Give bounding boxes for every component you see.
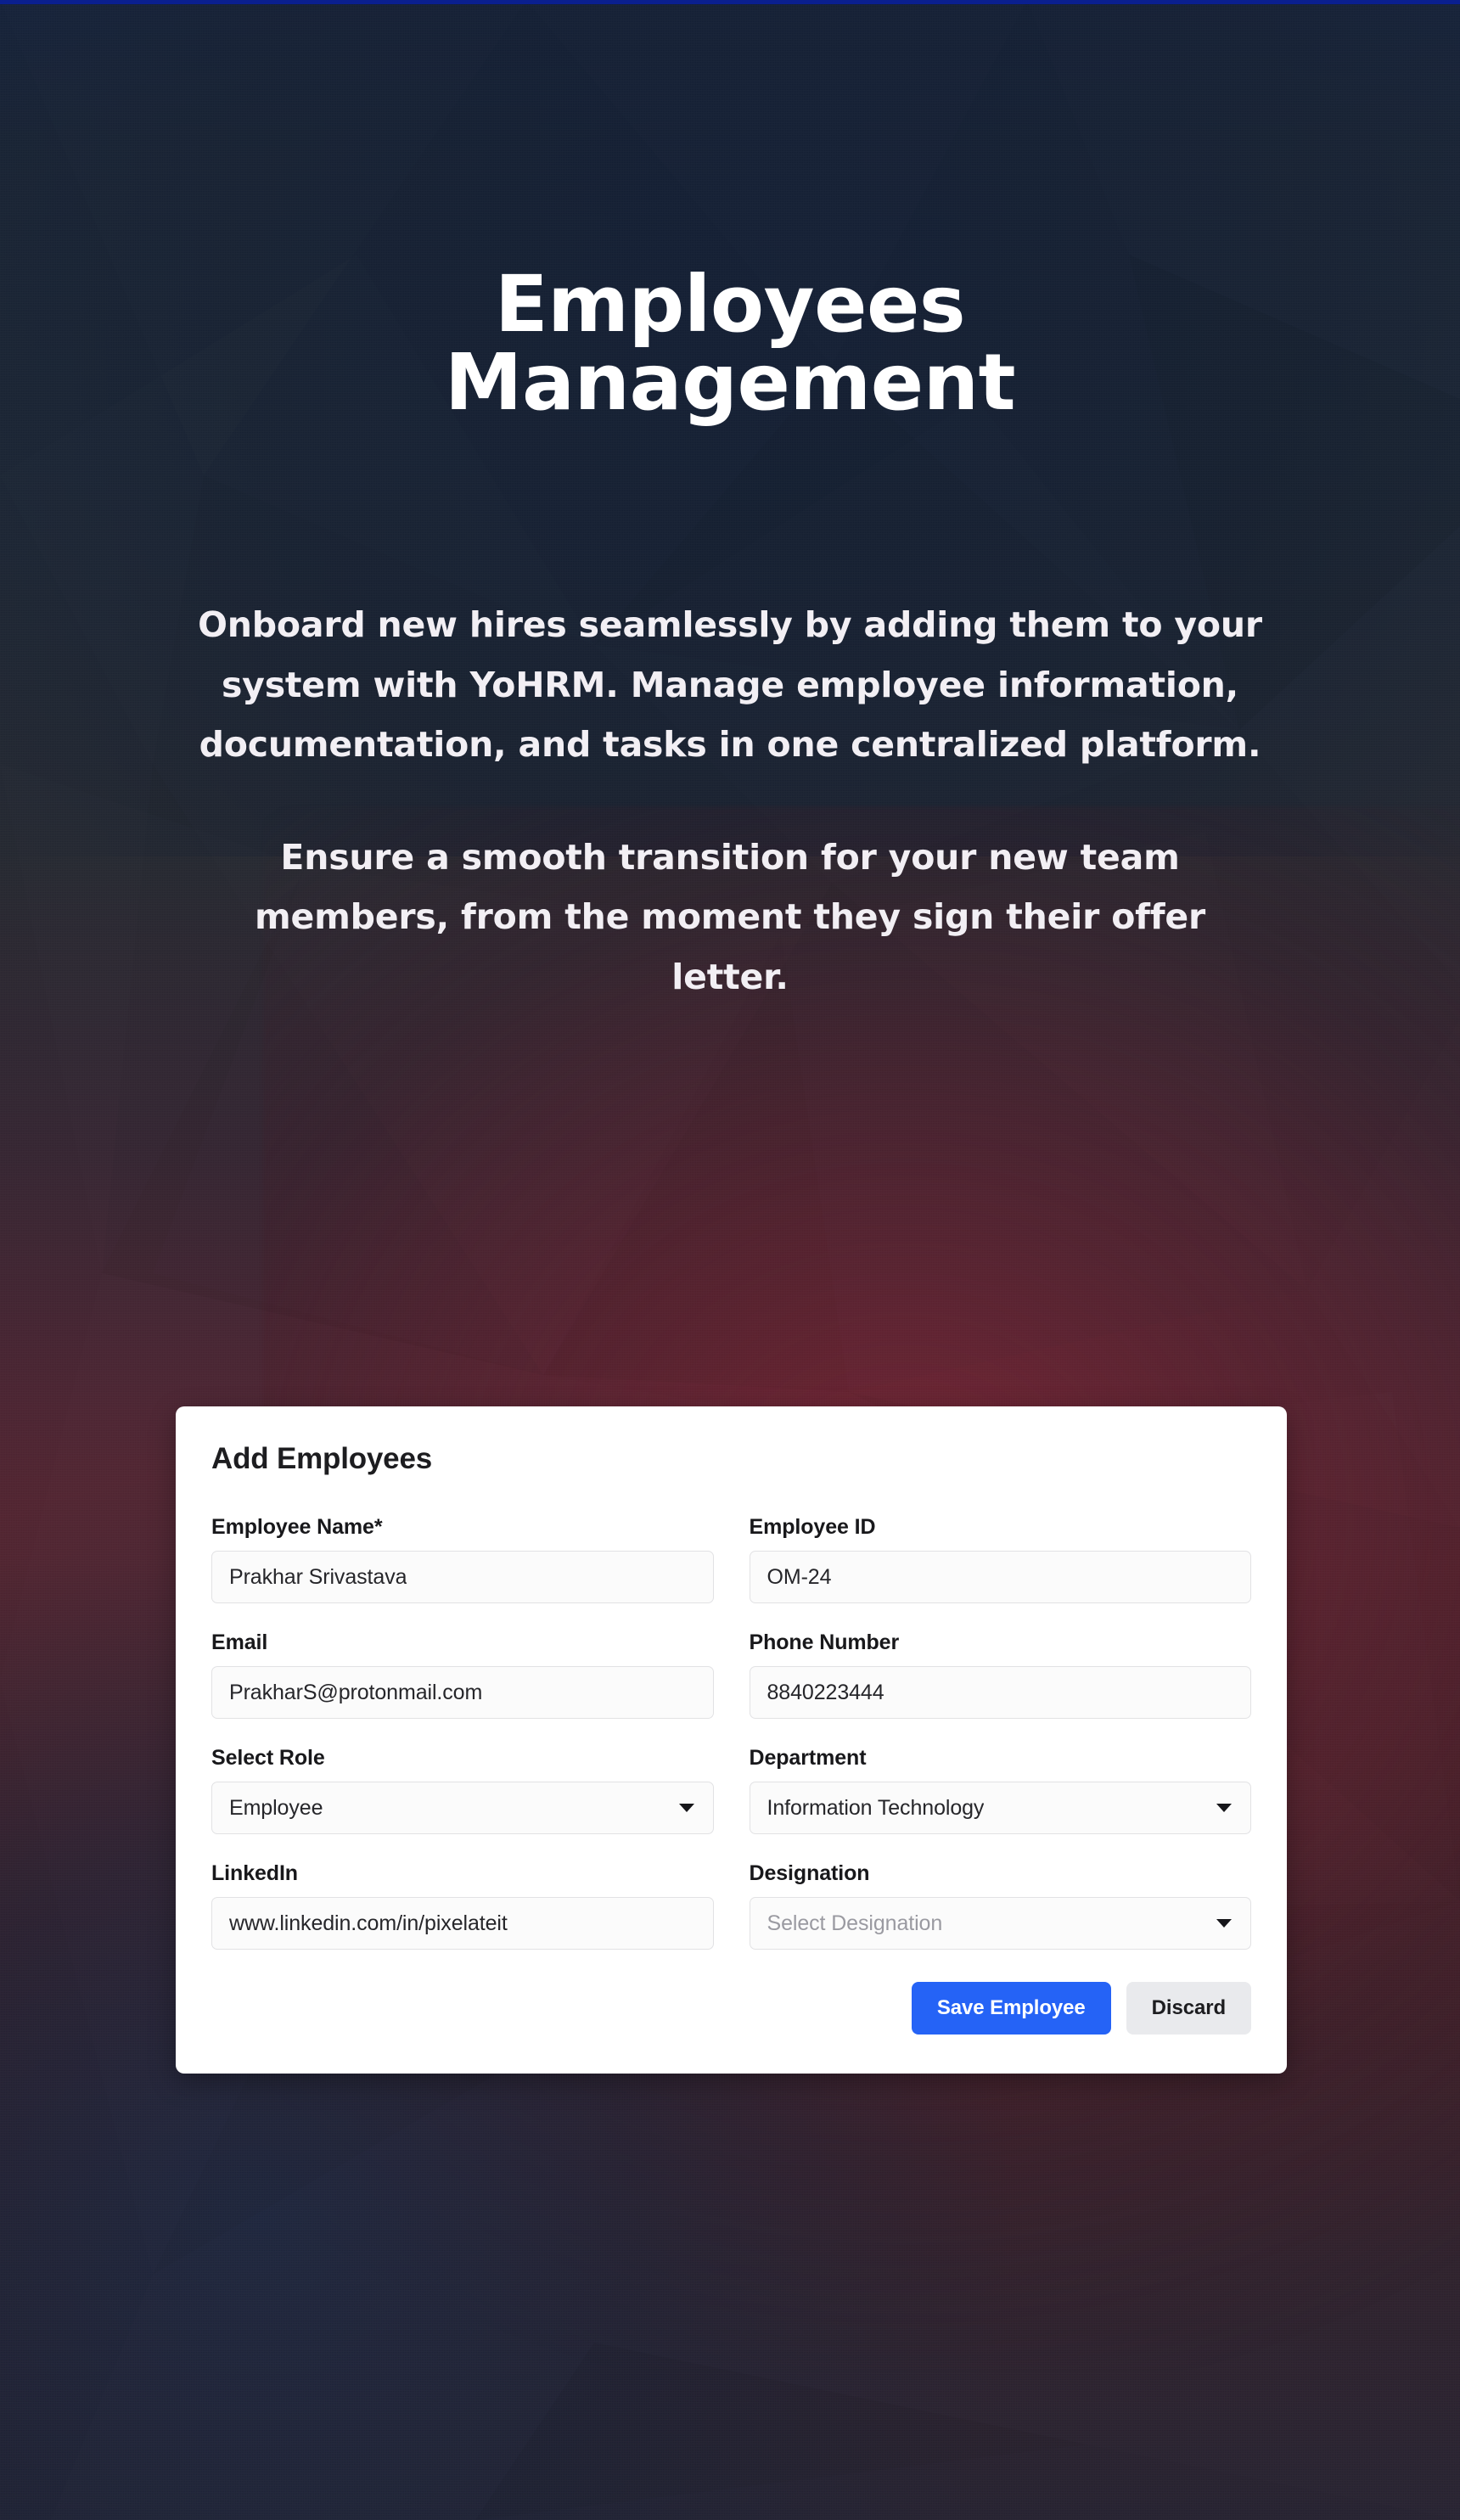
select-role-value: Employee	[229, 1795, 323, 1820]
form-field-phone-number: Phone Number 8840223444	[749, 1630, 1251, 1719]
employee-form-grid: Employee Name* Prakhar Srivastava Employee…	[211, 1515, 1251, 1950]
form-field-department: Department Information Technology	[749, 1746, 1251, 1834]
select-role-select[interactable]: Employee	[211, 1782, 714, 1834]
employee-name-input[interactable]: Prakhar Srivastava	[211, 1551, 714, 1603]
top-accent-strip	[0, 0, 1460, 4]
employee-id-value: OM-24	[766, 1564, 832, 1589]
add-employees-card: Add Employees Employee Name* Prakhar Sriv…	[176, 1406, 1287, 2074]
form-actions: Save Employee Discard	[211, 1982, 1251, 2035]
linkedin-value: www.linkedin.com/in/pixelateit	[229, 1911, 508, 1935]
form-field-linkedin: LinkedIn www.linkedin.com/in/pixelateit	[211, 1861, 714, 1950]
form-field-employee-name: Employee Name* Prakhar Srivastava	[211, 1515, 714, 1603]
discard-button[interactable]: Discard	[1126, 1982, 1251, 2035]
hero-description: Onboard new hires seamlessly by adding t…	[191, 595, 1269, 1007]
select-role-label: Select Role	[211, 1746, 325, 1770]
email-value: PrakharS@protonmail.com	[229, 1680, 483, 1704]
department-label: Department	[749, 1746, 867, 1770]
designation-value: Select Designation	[766, 1911, 943, 1935]
card-title: Add Employees	[211, 1442, 432, 1475]
chevron-down-icon	[1216, 1804, 1232, 1812]
phone-number-value: 8840223444	[766, 1680, 884, 1704]
form-field-designation: Designation Select Designation	[749, 1861, 1251, 1950]
page-title-line-1: Employees	[494, 259, 966, 350]
form-field-employee-id: Employee ID OM-24	[749, 1515, 1251, 1603]
email-input[interactable]: PrakharS@protonmail.com	[211, 1666, 714, 1719]
employee-name-value: Prakhar Srivastava	[229, 1564, 407, 1589]
department-select[interactable]: Information Technology	[749, 1782, 1251, 1834]
designation-label: Designation	[749, 1861, 870, 1885]
phone-number-input[interactable]: 8840223444	[749, 1666, 1251, 1719]
phone-number-label: Phone Number	[749, 1630, 900, 1654]
chevron-down-icon	[1216, 1919, 1232, 1928]
hero-paragraph-1: Onboard new hires seamlessly by adding t…	[198, 604, 1262, 766]
email-label: Email	[211, 1630, 268, 1654]
employee-id-label: Employee ID	[749, 1515, 876, 1539]
page-title: Employees Management	[263, 266, 1197, 422]
linkedin-label: LinkedIn	[211, 1861, 298, 1885]
linkedin-input[interactable]: www.linkedin.com/in/pixelateit	[211, 1897, 714, 1950]
designation-select[interactable]: Select Designation	[749, 1897, 1251, 1950]
save-employee-button[interactable]: Save Employee	[911, 1982, 1111, 2035]
chevron-down-icon	[678, 1804, 694, 1812]
hero-section: Employees Management Onboard new hires s…	[0, 0, 1460, 1007]
hero-paragraph-2: Ensure a smooth transition for your new …	[254, 836, 1206, 997]
form-field-select-role: Select Role Employee	[211, 1746, 714, 1834]
employee-id-input[interactable]: OM-24	[749, 1551, 1251, 1603]
employee-name-label: Employee Name*	[211, 1515, 383, 1539]
department-value: Information Technology	[766, 1795, 985, 1820]
page-title-line-2: Management	[444, 337, 1016, 428]
form-field-email: Email PrakharS@protonmail.com	[211, 1630, 714, 1719]
